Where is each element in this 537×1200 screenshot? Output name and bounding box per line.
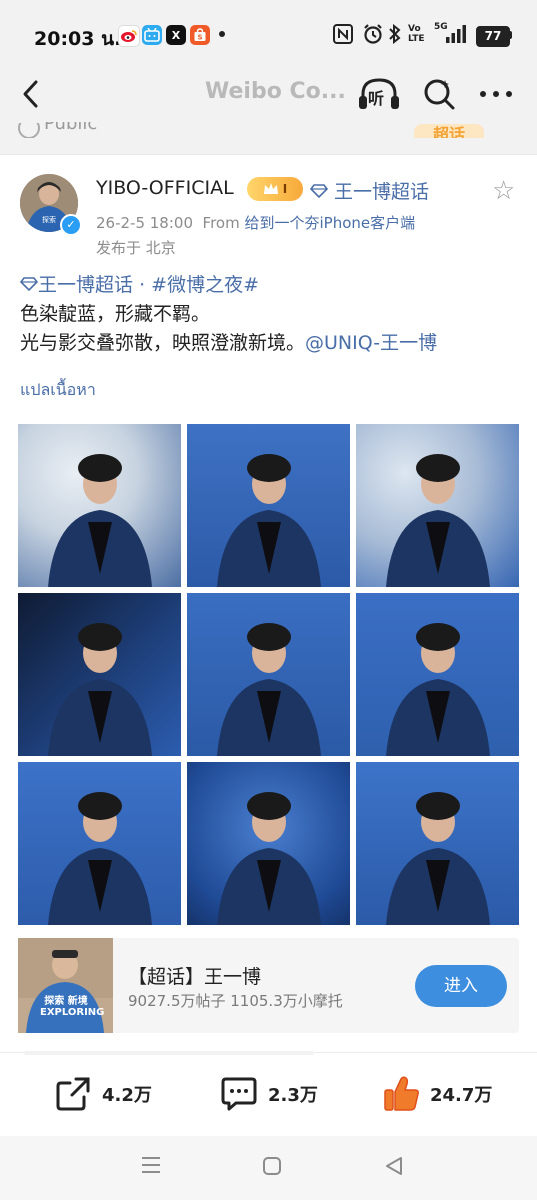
comment-icon xyxy=(221,1077,257,1111)
network-type-label: 5G xyxy=(434,22,448,32)
comment-count: 2.3万 xyxy=(268,1085,318,1106)
photo-thumbnail[interactable] xyxy=(187,593,350,756)
content-topic-label: 王一博超话 xyxy=(38,274,134,296)
username[interactable]: YIBO-OFFICIAL xyxy=(96,177,234,199)
recent-apps-icon[interactable] xyxy=(140,1155,162,1181)
like-button[interactable]: 24.7万 xyxy=(382,1072,492,1116)
volte-icon: Vo LTE xyxy=(408,24,425,44)
content-line-2: 光与影交叠弥散，映照澄澈新境。 xyxy=(20,332,306,354)
supertopic-link[interactable]: 王一博超话 xyxy=(309,177,430,204)
status-time: 20:03 น. xyxy=(34,28,122,50)
favorite-star-icon[interactable]: ☆ xyxy=(492,176,515,206)
bluetooth-icon xyxy=(388,23,402,48)
supertopic-title: 【超话】王一博 xyxy=(128,966,262,988)
svg-text:S: S xyxy=(197,34,202,42)
photo-thumbnail[interactable] xyxy=(187,762,350,925)
photo-thumbnail[interactable] xyxy=(18,593,181,756)
listen-label: 听 xyxy=(368,89,385,108)
search-icon[interactable] xyxy=(421,76,457,112)
vip-level: I xyxy=(282,182,288,196)
verified-badge-icon: ✓ xyxy=(60,214,82,236)
section-divider xyxy=(0,138,537,155)
supertopic-link-label: 王一博超话 xyxy=(334,181,430,203)
post-content: 王一博超话 · #微博之夜# 色染靛蓝，形藏不羁。 光与影交叠弥散，映照澄澈新境… xyxy=(19,271,520,358)
nfc-icon xyxy=(333,24,353,48)
diamond-icon xyxy=(19,277,39,292)
nav-title: Weibo Co... xyxy=(205,79,346,104)
bilibili-app-icon xyxy=(142,25,162,45)
diamond-icon xyxy=(309,184,329,199)
more-icon[interactable] xyxy=(478,86,514,100)
vip-crown-badge[interactable]: I xyxy=(247,177,303,201)
supertopic-thumbnail: 探索 新境 EXPLORING xyxy=(18,938,113,1033)
battery-icon: 77 xyxy=(476,26,510,47)
repost-icon xyxy=(56,1077,90,1111)
shopee-app-icon: S xyxy=(190,25,210,45)
content-line-1: 色染靛蓝，形藏不羁。 xyxy=(20,303,211,325)
x-app-icon: X xyxy=(166,25,186,45)
post-time: 26-2-5 18:00 xyxy=(96,214,193,232)
hashtag-link[interactable]: #微博之夜# xyxy=(151,274,259,296)
weibo-app-icon xyxy=(118,25,140,47)
back-triangle-icon[interactable] xyxy=(384,1156,404,1182)
translate-link[interactable]: แปลเนื้อหา xyxy=(20,378,96,403)
repost-button[interactable]: 4.2万 xyxy=(54,1072,152,1116)
photo-thumbnail[interactable] xyxy=(187,424,350,587)
photo-thumbnail[interactable] xyxy=(356,593,519,756)
back-chevron-icon[interactable] xyxy=(18,78,46,110)
source-from: From xyxy=(202,214,240,232)
post-meta: 26-2-5 18:00 From 给到一个夯iPhone客户端 xyxy=(96,212,415,233)
post-location: 发布于 北京 xyxy=(96,239,176,257)
alarm-icon xyxy=(362,23,384,49)
photo-thumbnail[interactable] xyxy=(18,762,181,925)
enter-supertopic-button[interactable]: 进入 xyxy=(415,965,507,1007)
signal-5g-icon: 5G xyxy=(434,22,470,50)
dot-icon xyxy=(219,31,225,37)
listen-headphones-icon[interactable]: 听 xyxy=(357,76,401,112)
thumbs-up-icon xyxy=(384,1076,419,1111)
svg-text:探索: 探索 xyxy=(42,215,56,224)
like-count: 24.7万 xyxy=(430,1085,493,1106)
thumbnail-caption: 探索 新境 EXPLORING xyxy=(40,996,105,1018)
repost-count: 4.2万 xyxy=(102,1085,152,1106)
comment-button[interactable]: 2.3万 xyxy=(220,1072,318,1116)
source-link[interactable]: 给到一个夯iPhone客户端 xyxy=(245,214,416,232)
supertopic-stats: 9027.5万帖子 1105.3万小摩托 xyxy=(128,992,343,1010)
home-icon[interactable] xyxy=(262,1156,282,1182)
battery-tip xyxy=(509,31,512,39)
separator: · xyxy=(139,274,146,296)
content-topic-link[interactable]: 王一博超话 xyxy=(19,274,139,296)
photo-thumbnail[interactable] xyxy=(356,762,519,925)
photo-thumbnail[interactable] xyxy=(356,424,519,587)
mention-link[interactable]: @UNIQ-王一博 xyxy=(305,332,437,354)
photo-thumbnail[interactable] xyxy=(18,424,181,587)
scroll-indicator xyxy=(24,1051,314,1055)
